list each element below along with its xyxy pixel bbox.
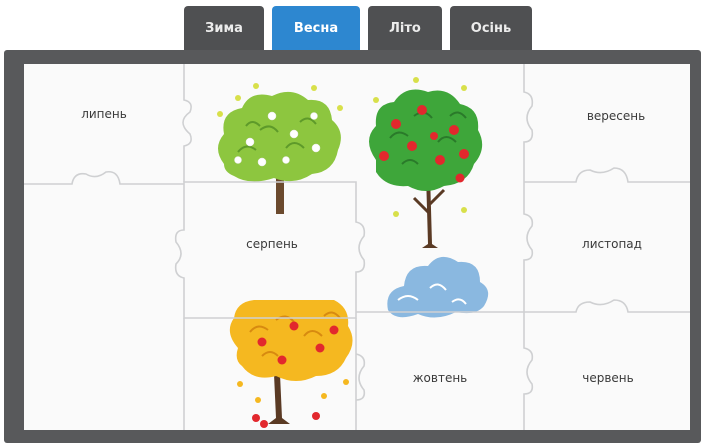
tab-summer[interactable]: Літо	[368, 6, 442, 52]
winter-tree-icon	[387, 256, 489, 318]
puzzle-piece-october[interactable]: жовтень	[413, 371, 468, 385]
tab-winter[interactable]: Зима	[184, 6, 264, 52]
puzzle-piece-september[interactable]: вересень	[587, 109, 645, 123]
puzzle-piece-november[interactable]: листопад	[582, 237, 642, 251]
season-tabs: Зима Весна Літо Осінь	[0, 0, 705, 52]
puzzle-board: липень вересень серпень листопад жовтень…	[24, 64, 690, 430]
tab-spring[interactable]: Весна	[272, 6, 360, 52]
puzzle-piece-august[interactable]: серпень	[246, 237, 298, 251]
summer-tree-icon	[369, 77, 483, 248]
puzzle-piece-july[interactable]: липень	[81, 107, 127, 121]
autumn-tree-icon	[229, 300, 353, 428]
tab-autumn[interactable]: Осінь	[450, 6, 532, 52]
puzzle-piece-june[interactable]: червень	[582, 371, 633, 385]
spring-tree-icon	[217, 83, 343, 214]
